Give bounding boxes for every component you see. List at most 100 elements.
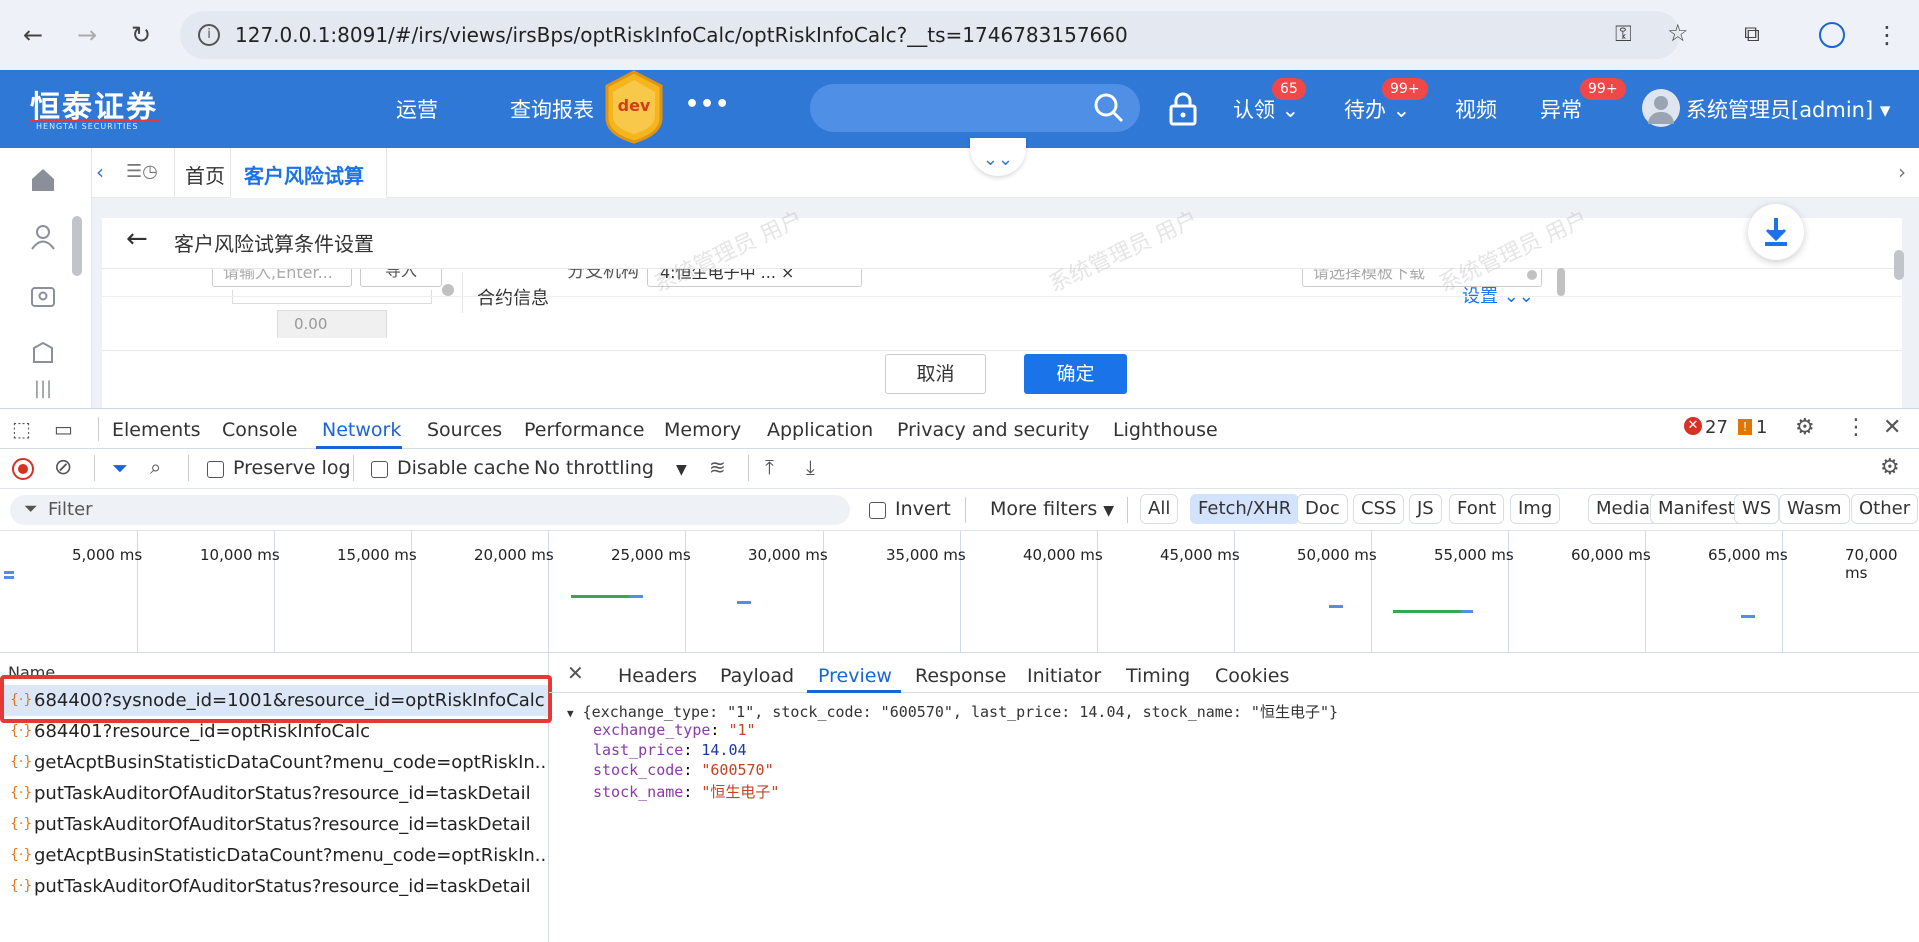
user-icon[interactable] [28,222,58,252]
header-search-input[interactable] [810,84,1140,132]
tab-privacy-security[interactable]: Privacy and security [897,419,1089,441]
tab-initiator[interactable]: Initiator [1027,665,1101,687]
password-key-icon[interactable]: ⚿ [1615,22,1632,47]
forward-icon[interactable]: → [70,18,104,52]
filter-media[interactable]: Media [1588,494,1659,524]
inspect-element-icon[interactable]: ⬚ [12,417,31,441]
filter-img[interactable]: Img [1510,494,1561,524]
warning-icon[interactable]: ! [1738,419,1752,435]
filter-all[interactable]: All [1140,494,1179,524]
panel-scrollbar[interactable] [1557,268,1565,296]
preserve-log-checkbox[interactable] [207,461,224,478]
timeline-overview[interactable]: 5,000 ms 10,000 ms 15,000 ms 20,000 ms 2… [0,531,1919,653]
preview-summary[interactable]: ▼ {exchange_type: "1", stock_code: "6005… [567,701,1338,722]
avatar[interactable] [1642,89,1680,127]
report-icon[interactable] [28,340,58,370]
account-input[interactable]: 请输入,Enter... [212,269,352,287]
tab-console[interactable]: Console [222,419,297,441]
filter-fetch-xhr[interactable]: Fetch/XHR [1190,494,1300,524]
amount-input[interactable]: 0.00 [277,310,387,338]
request-row[interactable]: {·} putTaskAuditorOfAuditorStatus?resourc… [0,871,548,902]
filter-font[interactable]: Font [1449,494,1505,524]
filter-ws[interactable]: WS [1734,494,1780,524]
request-row[interactable]: {·} getAcptBusinStatisticDataCount?menu_c… [0,747,548,778]
menu-bars-icon[interactable]: ||| [28,378,58,408]
clear-icon[interactable]: ⊘ [54,455,72,480]
network-conditions-icon[interactable]: ≋ [709,455,726,479]
filter-wasm[interactable]: Wasm [1779,494,1850,524]
filter-other[interactable]: Other [1851,494,1919,524]
clipped-input[interactable] [232,290,432,304]
extensions-icon[interactable]: ⧉ [1735,18,1769,52]
url-text[interactable]: 127.0.0.1:8091/#/irs/views/irsBps/optRis… [235,11,1128,59]
filter-doc[interactable]: Doc [1297,494,1348,524]
filter-funnel-icon[interactable]: ⏷ [112,456,128,480]
back-icon[interactable]: ← [16,18,50,52]
tab-lighthouse[interactable]: Lighthouse [1113,419,1218,441]
more-menu-button[interactable]: ••• [685,92,730,117]
content-scrollbar[interactable] [1894,250,1904,280]
tab-timing[interactable]: Timing [1126,665,1190,687]
disable-cache-checkbox[interactable] [371,461,388,478]
more-filters-dropdown[interactable]: More filters ▼ [990,498,1114,520]
user-name[interactable]: 系统管理员[admin] ▾ [1686,94,1890,124]
network-settings-icon[interactable]: ⚙ [1880,455,1900,480]
tab-headers[interactable]: Headers [618,665,697,687]
throttling-select[interactable]: No throttling ▼ [534,457,687,479]
more-options-icon[interactable]: ⋮ [1845,415,1867,440]
record-stop-icon[interactable] [12,458,34,480]
lock-icon[interactable] [1168,92,1198,126]
device-toolbar-icon[interactable]: ▭ [54,417,73,441]
download-float-button[interactable] [1748,204,1804,260]
search-network-icon[interactable]: ⌕ [150,455,161,479]
import-button[interactable]: 导入 [360,269,442,287]
filter-input[interactable]: ⏷ Filter [10,495,850,525]
menu-query-report[interactable]: 查询报表 [510,94,594,124]
profile-icon[interactable] [1815,18,1849,52]
tab-response[interactable]: Response [915,665,1006,687]
import-har-icon[interactable]: ⤒ [765,455,774,479]
browser-menu-icon[interactable]: ⋮ [1870,18,1904,52]
back-arrow-icon[interactable]: ← [126,224,148,254]
history-icon[interactable]: ☰◷ [126,161,158,182]
invert-checkbox[interactable] [869,502,886,519]
filter-js[interactable]: JS [1409,494,1442,524]
filter-manifest[interactable]: Manifest [1650,494,1743,524]
tab-sources[interactable]: Sources [427,419,502,441]
tab-memory[interactable]: Memory [664,419,741,441]
export-har-icon[interactable]: ⤓ [806,455,815,479]
tab-customer-risk-calc[interactable]: 客户风险试算 [231,148,386,198]
address-bar[interactable]: i 127.0.0.1:8091/#/irs/views/irsBps/optR… [180,11,1689,59]
tab-preview[interactable]: Preview [818,665,892,687]
confirm-button[interactable]: 确定 [1024,354,1127,394]
tab-performance[interactable]: Performance [524,419,644,441]
site-info-icon[interactable]: i [198,24,220,46]
home-icon[interactable] [28,164,58,194]
video-menu[interactable]: 视频 [1455,94,1497,124]
tabs-scroll-right-icon[interactable]: › [1898,160,1906,184]
reload-icon[interactable]: ↻ [124,18,158,52]
exception-menu[interactable]: 异常 [1540,94,1582,124]
warning-count[interactable]: 1 [1756,417,1767,438]
filter-css[interactable]: CSS [1353,494,1405,524]
tab-network[interactable]: Network [322,419,401,441]
menu-yunying[interactable]: 运营 [396,94,438,124]
cancel-button[interactable]: 取消 [885,354,986,394]
request-row[interactable]: {·} putTaskAuditorOfAuditorStatus?resourc… [0,778,548,809]
search-icon[interactable] [1093,92,1125,124]
sidebar-scrollbar[interactable] [72,216,82,276]
error-count[interactable]: 27 [1705,417,1728,438]
tab-application[interactable]: Application [767,419,873,441]
collapse-header-icon[interactable]: ⌄⌄ [970,138,1026,176]
bookmark-star-icon[interactable]: ☆ [1667,19,1689,47]
error-icon[interactable]: ✕ [1684,417,1702,435]
tabs-scroll-left-icon[interactable]: ‹ [96,160,104,184]
request-row[interactable]: {·} putTaskAuditorOfAuditorStatus?resourc… [0,809,548,840]
tab-payload[interactable]: Payload [720,665,794,687]
tab-cookies[interactable]: Cookies [1215,665,1289,687]
close-details-icon[interactable]: ✕ [567,661,584,685]
customer-card-icon[interactable] [28,282,58,312]
tab-elements[interactable]: Elements [112,419,201,441]
request-row[interactable]: {·} getAcptBusinStatisticDataCount?menu_c… [0,840,548,871]
close-devtools-icon[interactable]: ✕ [1883,415,1901,440]
